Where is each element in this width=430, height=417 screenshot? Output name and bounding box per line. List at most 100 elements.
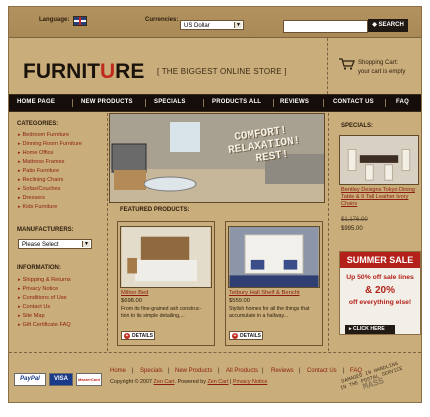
sale-title: SUMMER SALE [340, 252, 420, 268]
product-name[interactable]: Milton Bed [121, 290, 148, 296]
info-contact[interactable]: Contact Us [18, 304, 51, 310]
info-site-map[interactable]: Site Map [18, 313, 45, 319]
zen-cart-link[interactable]: Zen Cart [154, 379, 175, 385]
visa-logo: VISA [49, 373, 73, 386]
details-button[interactable]: + DETAILS [229, 331, 263, 340]
logo-text-part1: FURNIT [23, 60, 100, 83]
product-price: $559.00 [229, 298, 250, 304]
nav-home[interactable]: HOME PAGE [17, 99, 55, 105]
details-button-label: DETAILS [240, 333, 262, 339]
chevron-down-icon: ▼ [234, 22, 242, 28]
left-sidebar: CATEGORIES: Bedroom Furniture Dinning Ro… [9, 113, 108, 351]
description-line: Stylish homes for all the things that [229, 306, 310, 312]
details-button[interactable]: + DETAILS [121, 331, 155, 340]
click-here-label: CLICK HERE [353, 326, 385, 332]
footer-divider: | [262, 368, 264, 374]
footer-link-new-products[interactable]: New Products [175, 368, 212, 374]
logo-accent: U [100, 60, 116, 83]
category-sofas[interactable]: Sofas/Couches [18, 186, 61, 192]
right-sidebar: SPECIALS: Bentley Designs Tokyo Dining T… [328, 113, 421, 351]
manufacturers-select[interactable]: Please Select ▼ [18, 239, 92, 249]
search-input[interactable] [283, 20, 368, 33]
zen-cart-link-2[interactable]: Zen Cart [207, 379, 228, 385]
product-card: Milton Bed $698.00 From its fine-grained… [117, 221, 215, 346]
currency-value: US Dollar [184, 23, 210, 29]
paypal-logo: PayPal [14, 373, 46, 386]
manufacturers-title: MANUFACTURERS: [17, 227, 74, 233]
nav-reviews[interactable]: REVIEWS [280, 99, 309, 105]
footer-link-contact[interactable]: Contact Us [307, 368, 337, 374]
info-shipping[interactable]: Shipping & Returns [18, 277, 71, 283]
chevron-down-icon: ▼ [82, 241, 90, 247]
category-reclining-chairs[interactable]: Reclining Chairs [18, 177, 64, 183]
info-privacy[interactable]: Privacy Notice [18, 286, 59, 292]
specials-title: SPECIALS: [341, 123, 374, 129]
details-button-label: DETAILS [132, 333, 154, 339]
nav-divider [72, 99, 73, 107]
cart-title: Shopping Cart: [358, 60, 399, 66]
description-line: accumulate in a hallway... [229, 312, 289, 319]
category-dressers[interactable]: Dressers [18, 195, 45, 201]
postal-stamp: DAMAGED IN HANDLING IN THE POSTAL SERVIC… [323, 355, 421, 402]
sale-line2: & 20% [364, 285, 395, 296]
category-dinning-room[interactable]: Dinning Room Furniture [18, 141, 82, 147]
footer: PayPal VISA MasterCard Home | Specials |… [9, 352, 421, 402]
copyright: Copyright © 2007 Zen Cart. Powered by Ze… [110, 379, 268, 385]
hero-banner[interactable]: COMFORT! RELAXATION! REST! [109, 113, 325, 203]
nav-products-all[interactable]: PRODUCTS ALL [212, 99, 261, 105]
product-description: From its fine-grained ash construc- tion… [121, 306, 213, 319]
nav-specials[interactable]: SPECIALS [154, 99, 186, 105]
uk-flag-icon[interactable] [73, 16, 87, 26]
page: Language: Currencies: US Dollar ▼ ◆ SEAR… [8, 6, 422, 403]
nav-new-products[interactable]: NEW PRODUCTS [81, 99, 133, 105]
nav-divider [145, 99, 146, 107]
footer-divider: | [343, 368, 345, 374]
logo-area: FURNITURE [ THE BIGGEST ONLINE STORE ] [9, 38, 328, 94]
mastercard-logo: MasterCard [76, 373, 102, 386]
powered-by-text: . Powered by [174, 379, 206, 385]
footer-divider: | [168, 368, 170, 374]
currency-select[interactable]: US Dollar ▼ [180, 20, 244, 30]
category-mattress-frames[interactable]: Mattress Frames [18, 159, 65, 165]
shopping-cart-icon [339, 58, 355, 70]
footer-divider: | [132, 368, 134, 374]
info-conditions[interactable]: Conditions of Use [18, 295, 67, 301]
product-price: $698.00 [121, 298, 142, 304]
milton-bed-image[interactable] [120, 226, 212, 288]
info-gift-faq[interactable]: Gift Certificate FAQ [18, 322, 71, 328]
privacy-notice-link[interactable]: Privacy Notice [233, 379, 267, 385]
cart-area[interactable]: Shopping Cart: your cart is empty [328, 38, 421, 94]
search-button[interactable]: ◆ SEARCH [368, 19, 408, 32]
nav-divider [273, 99, 274, 107]
payment-logos: PayPal VISA MasterCard [14, 373, 109, 389]
category-bedroom[interactable]: Bedroom Furniture [18, 132, 70, 138]
nav-faq[interactable]: FAQ [396, 99, 409, 105]
special-product-name[interactable]: Bentley Designs Tokyo Dining Table & 6 T… [341, 187, 421, 208]
category-home-office[interactable]: Home Office [18, 150, 54, 156]
description-line: From its fine-grained ash construc- [121, 306, 202, 312]
sale-line3: off everything else! [348, 299, 412, 306]
tetbury-shelf-image[interactable] [228, 226, 320, 288]
tagline: [ THE BIGGEST ONLINE STORE ] [157, 67, 287, 76]
footer-divider: | [218, 368, 220, 374]
footer-link-specials[interactable]: Specials [140, 368, 163, 374]
site-logo[interactable]: FURNITURE [23, 60, 144, 84]
plus-icon: + [124, 333, 130, 339]
nav-contact-us[interactable]: CONTACT US [333, 99, 374, 105]
dining-table-image[interactable] [339, 135, 419, 185]
click-here-button[interactable]: ▸ CLICK HERE [345, 325, 395, 334]
sale-line1: Up 50% off sale lines [346, 274, 414, 281]
category-patio[interactable]: Patio Furniture [18, 168, 60, 174]
nav-divider [385, 99, 386, 107]
footer-link-home[interactable]: Home [110, 368, 126, 374]
footer-link-reviews[interactable]: Reviews [271, 368, 294, 374]
summer-sale-banner[interactable]: SUMMER SALE Up 50% off sale lines & 20% … [339, 251, 421, 335]
product-card: Tetbury Hall Shelf & Bencht $559.00 Styl… [225, 221, 323, 346]
footer-divider: | [299, 368, 301, 374]
copyright-prefix: Copyright © 2007 [110, 379, 153, 385]
information-title: INFORMATION: [17, 265, 61, 271]
category-kids[interactable]: Kids Furniture [18, 204, 58, 210]
product-name[interactable]: Tetbury Hall Shelf & Bencht [229, 290, 300, 296]
nav-divider [323, 99, 324, 107]
footer-link-all-products[interactable]: All Products [226, 368, 258, 374]
